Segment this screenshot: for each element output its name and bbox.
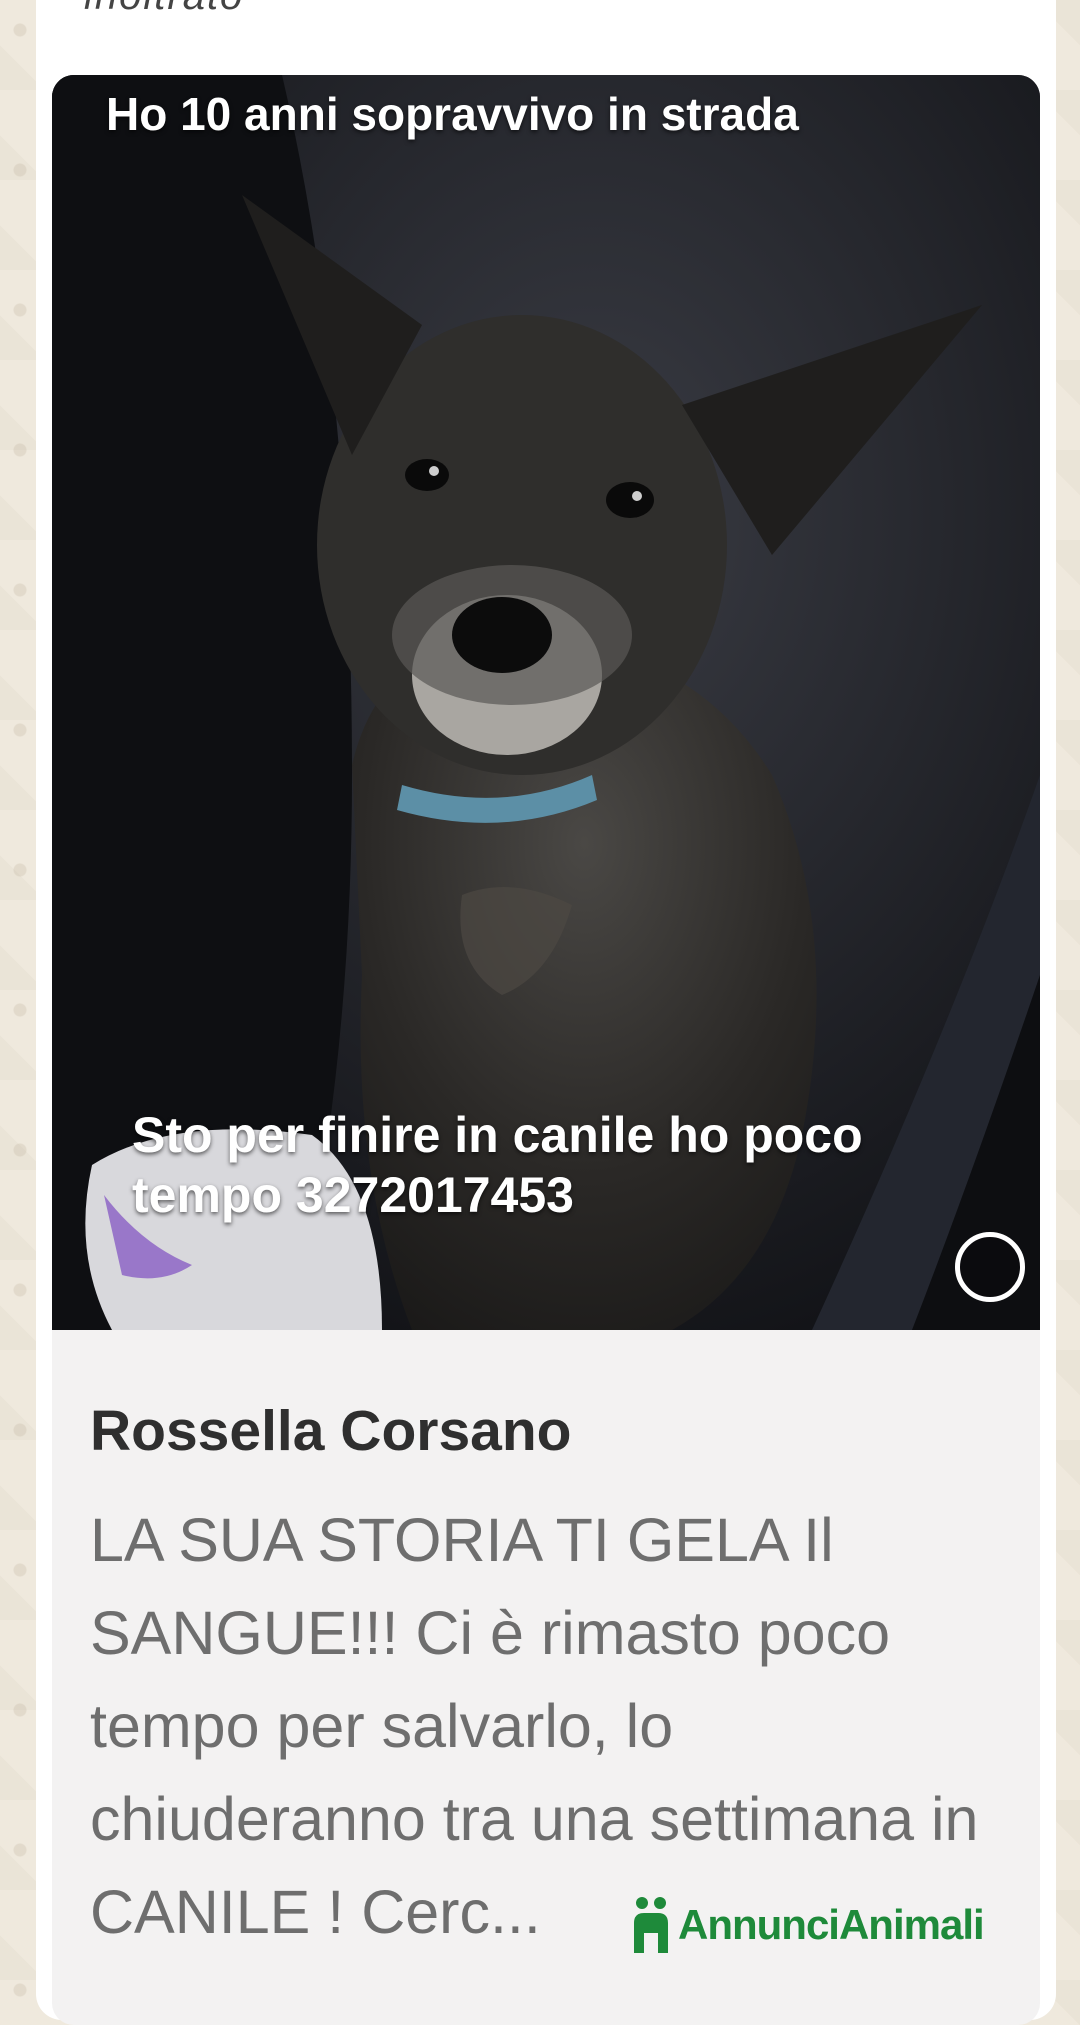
play-circle-icon[interactable] xyxy=(955,1232,1025,1302)
shared-post-card[interactable]: Ho 10 anni sopravvivo in strada Sto per … xyxy=(52,75,1040,2025)
post-photo[interactable]: Ho 10 anni sopravvivo in strada Sto per … xyxy=(52,75,1040,1330)
paw-logo-icon xyxy=(634,1897,668,1953)
brand-name: AnnunciAnimali xyxy=(678,1901,985,1948)
photo-caption-top: Ho 10 anni sopravvivo in strada xyxy=(106,88,799,140)
photo-caption-bottom: Sto per finire in canile ho poco tempo 3… xyxy=(132,1107,863,1223)
author-name[interactable]: Rossella Corsano xyxy=(90,1398,572,1464)
forwarded-label: inoltrato xyxy=(84,0,244,19)
brand-watermark: AnnunciAnimali xyxy=(628,1890,985,1960)
